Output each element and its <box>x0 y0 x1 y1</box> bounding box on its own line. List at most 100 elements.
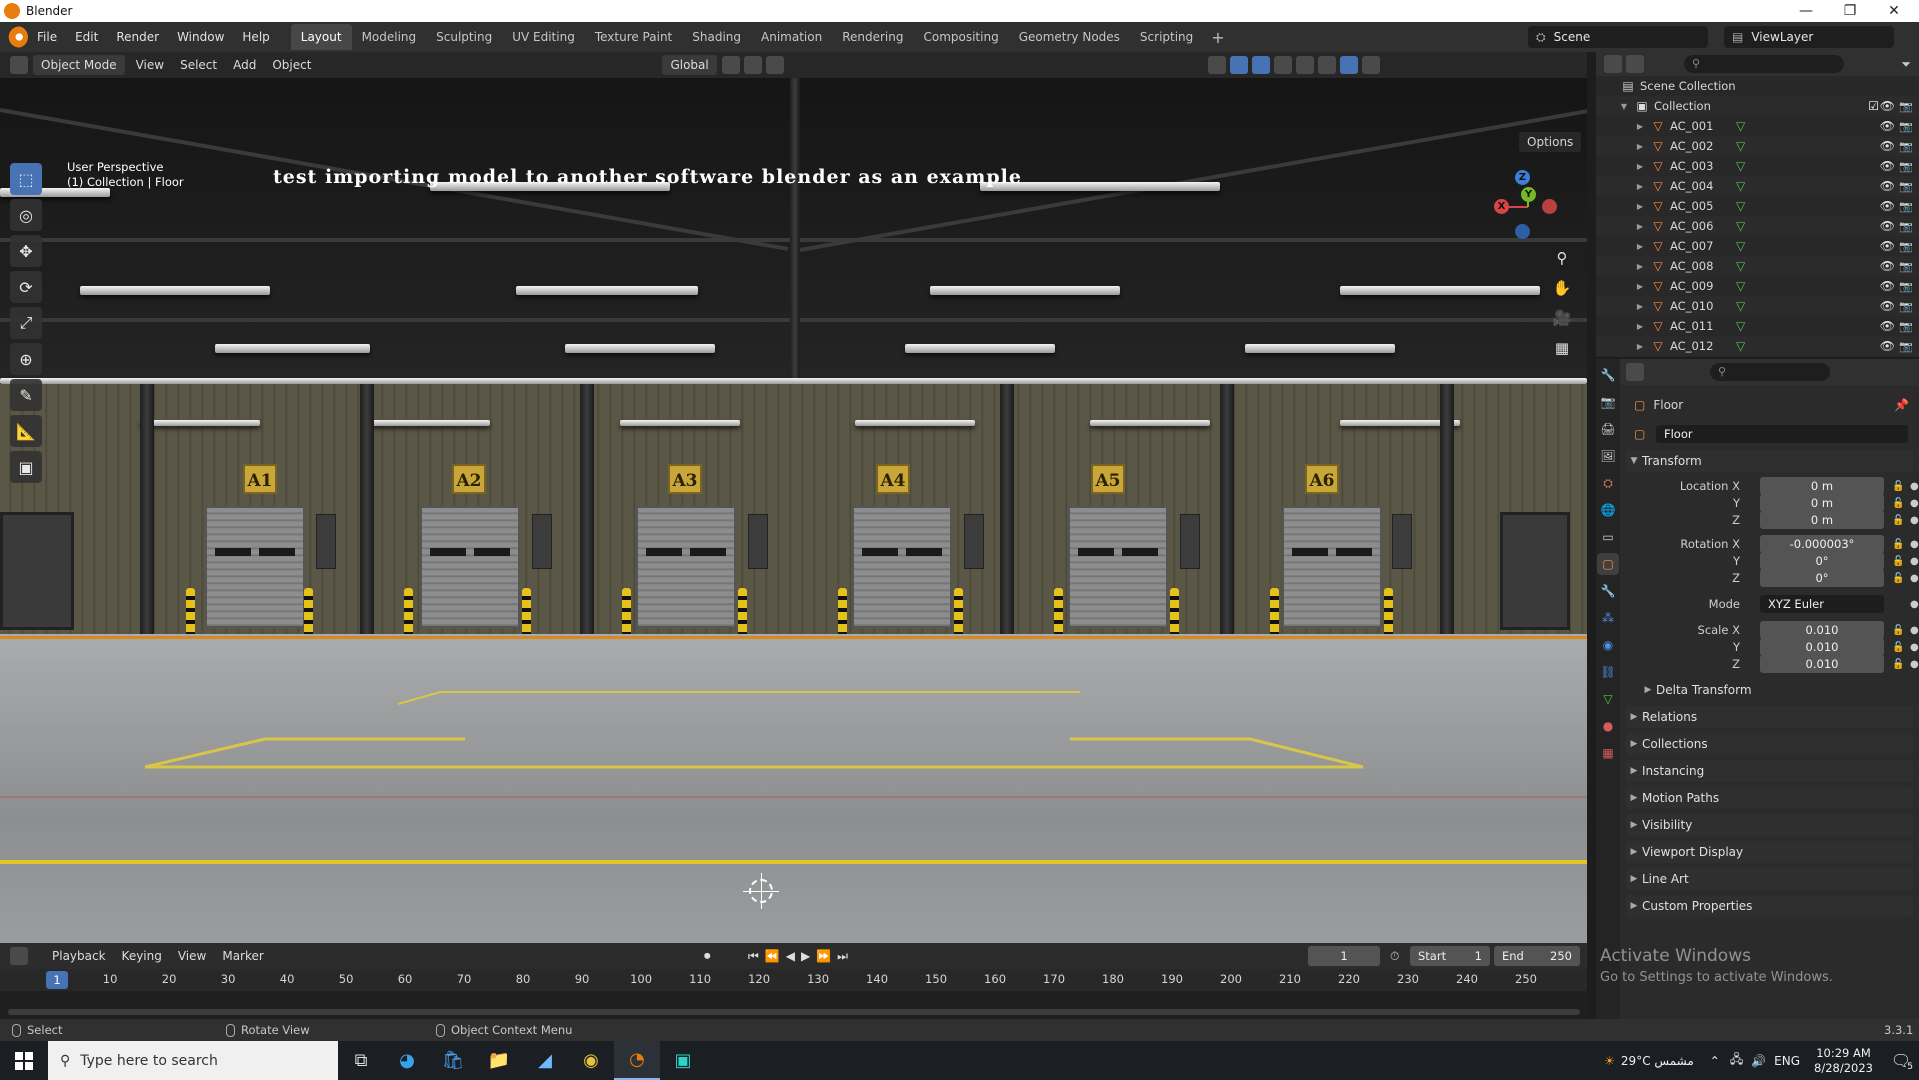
network-icon[interactable]: 🖧 <box>1730 1050 1743 1071</box>
grid-icon[interactable]: ▦ <box>1548 334 1576 362</box>
outliner-item[interactable]: ▶ ▽ AC_005 ▽ 👁 📷 <box>1596 196 1919 216</box>
lock-icon[interactable]: 🔓 <box>1892 625 1904 636</box>
menu-add[interactable]: Add <box>225 55 264 75</box>
outliner-item[interactable]: ▶ ▽ AC_012 ▽ 👁 📷 <box>1596 336 1919 356</box>
display-mode-icon[interactable] <box>1626 55 1644 73</box>
object-mode-dropdown[interactable]: Object Mode <box>33 55 125 75</box>
delta-transform-header[interactable]: ▶ Delta Transform <box>1640 679 1913 701</box>
record-icon[interactable]: ⏺ <box>704 949 711 964</box>
keyframe-dot-icon[interactable]: ● <box>1910 659 1919 670</box>
eye-icon[interactable]: 👁 <box>1880 179 1895 193</box>
tray-chevron-icon[interactable]: ⌃ <box>1710 1054 1720 1068</box>
outliner-item[interactable]: ▶ ▽ AC_006 ▽ 👁 📷 <box>1596 216 1919 236</box>
keyframe-dot-icon[interactable]: ● <box>1910 481 1919 492</box>
view-layer-selector[interactable]: ▤ ViewLayer <box>1724 26 1894 48</box>
expand-arrow-icon[interactable]: ▶ <box>1634 182 1646 191</box>
keyframe-dot-icon[interactable]: ● <box>1910 599 1919 610</box>
outliner-item[interactable]: ▶ ▽ AC_001 ▽ 👁 📷 <box>1596 116 1919 136</box>
close-button[interactable]: ✕ <box>1872 0 1916 22</box>
stopwatch-icon[interactable]: ⏱ <box>1390 949 1399 964</box>
collection-tab-icon[interactable]: ▭ <box>1597 526 1619 548</box>
move-tool[interactable]: ✥ <box>10 235 42 267</box>
language-indicator[interactable]: ENG <box>1774 1054 1800 1068</box>
pin-icon[interactable]: 📌 <box>1894 398 1909 412</box>
blender-taskbar-icon[interactable]: ◔ <box>614 1041 660 1080</box>
data-tab-icon[interactable]: ▽ <box>1597 688 1619 710</box>
lock-icon[interactable]: 🔓 <box>1892 642 1904 653</box>
tab-rendering[interactable]: Rendering <box>832 24 913 50</box>
line-art-panel-header[interactable]: ▶ Line Art <box>1626 868 1913 890</box>
camera-icon[interactable]: 📷 <box>1899 200 1913 213</box>
viewport-display-panel-header[interactable]: ▶ Viewport Display <box>1626 841 1913 863</box>
store-icon[interactable]: 🛍 <box>430 1041 476 1080</box>
camera-icon[interactable]: 📷 <box>1899 140 1913 153</box>
end-frame-field[interactable]: End 250 <box>1494 946 1580 966</box>
tab-animation[interactable]: Animation <box>751 24 832 50</box>
camera-icon[interactable]: 📷 <box>1899 280 1913 293</box>
scene-tab-icon[interactable]: ⛭ <box>1597 472 1619 494</box>
eye-icon[interactable]: 👁 <box>1880 339 1895 353</box>
location-z-field[interactable]: 0 m <box>1760 511 1884 529</box>
scene-selector[interactable]: ⛭ Scene <box>1528 26 1708 48</box>
output-tab-icon[interactable]: 🖨 <box>1597 418 1619 440</box>
start-frame-field[interactable]: Start 1 <box>1410 946 1490 966</box>
eye-icon[interactable]: 👁 <box>1880 279 1895 293</box>
tab-sculpting[interactable]: Sculpting <box>426 24 502 50</box>
outliner-type-icon[interactable] <box>1604 55 1622 73</box>
filter-icon[interactable]: ⏷ <box>1901 57 1911 72</box>
eye-icon[interactable]: 👁 <box>1880 259 1895 273</box>
expand-arrow-icon[interactable]: ▶ <box>1634 202 1646 211</box>
scene-collection-row[interactable]: ▤ Scene Collection <box>1596 76 1919 96</box>
add-cube-tool[interactable]: ▣ <box>10 451 42 483</box>
cursor-tool[interactable]: ◎ <box>10 199 42 231</box>
rendered-shading-icon[interactable] <box>1361 56 1380 74</box>
wireframe-shading-icon[interactable] <box>1295 56 1314 74</box>
expand-arrow-icon[interactable]: ▼ <box>1618 102 1630 111</box>
expand-arrow-icon[interactable]: ▶ <box>1634 282 1646 291</box>
lock-icon[interactable]: 🔓 <box>1892 556 1904 567</box>
visibility-panel-header[interactable]: ▶ Visibility <box>1626 814 1913 836</box>
camera-icon[interactable]: 📷 <box>1899 300 1913 313</box>
annotate-tool[interactable]: ✎ <box>10 379 42 411</box>
constraints-tab-icon[interactable]: ⛓ <box>1597 661 1619 683</box>
timeline-editor-type-icon[interactable] <box>10 947 28 965</box>
outliner-item[interactable]: ▶ ▽ AC_008 ▽ 👁 📷 <box>1596 256 1919 276</box>
current-frame-marker[interactable]: 1 <box>46 971 68 989</box>
weather-icon[interactable]: ☀ <box>1604 1054 1615 1068</box>
marker-menu[interactable]: Marker <box>214 946 271 966</box>
solid-shading-icon[interactable] <box>1317 56 1336 74</box>
tab-geometry-nodes[interactable]: Geometry Nodes <box>1009 24 1130 50</box>
playback-controls-icon[interactable]: ⏮⏪◀▶⏩⏭ <box>748 949 854 964</box>
camera-icon[interactable]: 📷 <box>1899 260 1913 273</box>
file-explorer-icon[interactable]: 📁 <box>476 1041 522 1080</box>
outliner-item[interactable]: ▶ ▽ AC_010 ▽ 👁 📷 <box>1596 296 1919 316</box>
editor-type-icon[interactable] <box>10 56 28 74</box>
keyframe-dot-icon[interactable]: ● <box>1910 556 1919 567</box>
navigation-gizmo[interactable]: Z Y X <box>1488 162 1558 242</box>
properties-search[interactable]: ⚲ <box>1710 363 1830 381</box>
keyframe-dot-icon[interactable]: ● <box>1910 539 1919 550</box>
render-tab-icon[interactable]: 📷 <box>1597 391 1619 413</box>
object-tab-icon[interactable]: ▢ <box>1597 553 1619 575</box>
view-layer-tab-icon[interactable]: 🖼 <box>1597 445 1619 467</box>
rotation-z-field[interactable]: 0° <box>1760 569 1884 587</box>
menu-view[interactable]: View <box>128 55 172 75</box>
tab-uv-editing[interactable]: UV Editing <box>502 24 585 50</box>
xray-icon[interactable] <box>1273 56 1292 74</box>
notification-icon[interactable]: 🗨 5 <box>1883 1051 1919 1072</box>
collections-panel-header[interactable]: ▶ Collections <box>1626 733 1913 755</box>
expand-arrow-icon[interactable]: ▶ <box>1634 142 1646 151</box>
motion-paths-panel-header[interactable]: ▶ Motion Paths <box>1626 787 1913 809</box>
playback-menu[interactable]: Playback <box>44 946 114 966</box>
material-tab-icon[interactable]: ● <box>1597 715 1619 737</box>
expand-arrow-icon[interactable]: ▶ <box>1634 122 1646 131</box>
frame-ruler[interactable]: 1 10 20 30 40 50 60 70 80 90 100 110 120 130 140 150 160… <box>0 969 1587 991</box>
eye-icon[interactable]: 👁 <box>1880 299 1895 313</box>
proportional-edit-icon[interactable] <box>765 56 784 74</box>
menu-render[interactable]: Render <box>107 22 168 52</box>
eye-icon[interactable]: 👁 <box>1880 159 1895 173</box>
task-view-icon[interactable]: ⧉ <box>338 1041 384 1080</box>
timeline-scrollbar[interactable] <box>8 1009 1580 1015</box>
outliner-item[interactable]: ▶ ▽ AC_003 ▽ 👁 📷 <box>1596 156 1919 176</box>
outliner-item[interactable]: ▶ ▽ AC_002 ▽ 👁 📷 <box>1596 136 1919 156</box>
